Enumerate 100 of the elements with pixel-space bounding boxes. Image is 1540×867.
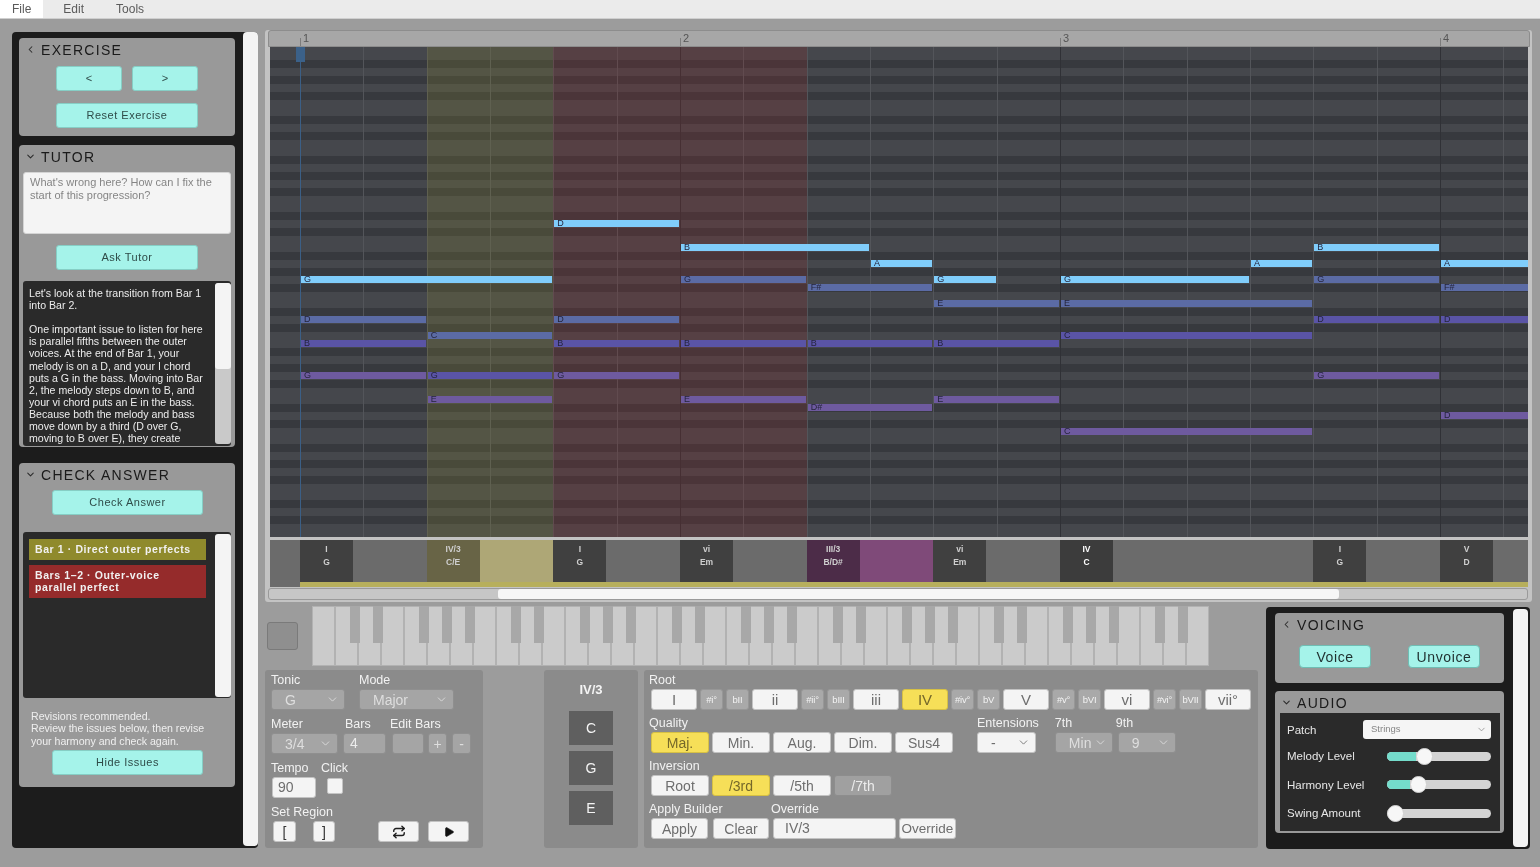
numeral-button[interactable]: bII [726,689,749,710]
issue-card[interactable]: Bar 1 · Direct outer perfects [29,539,206,560]
chord-label[interactable]: IV/3 C/E [426,540,480,582]
chord-label[interactable]: IV C [1060,540,1113,582]
quality-button[interactable]: Sus4 [895,732,953,753]
note[interactable]: A [1441,260,1528,267]
note[interactable]: B [807,340,933,347]
note[interactable]: G [1314,372,1439,379]
note[interactable]: F# [1441,284,1528,291]
chord-label[interactable]: I G [1313,540,1367,582]
note[interactable]: D [554,316,679,323]
note[interactable]: B [681,340,806,347]
chevron-down-icon[interactable] [25,469,36,480]
chord-highlight[interactable]: IV/3 C/E [426,540,554,582]
scrollbar-thumb[interactable] [498,589,1339,599]
note[interactable]: E [427,396,553,403]
note[interactable]: D [1314,316,1439,323]
tempo-input[interactable]: 90 [272,777,316,798]
note[interactable]: A [871,260,933,267]
slider-thumb[interactable] [1410,776,1428,793]
quality-button[interactable]: Dim. [834,732,892,753]
note[interactable]: B [1314,244,1439,251]
region-button[interactable]: ] [313,821,335,842]
inversion-button[interactable]: /3rd [712,775,770,796]
note[interactable]: D [554,220,679,227]
inversion-button[interactable]: Root [651,775,709,796]
ask-button[interactable]: Ask Tutor [56,245,198,270]
note[interactable]: G [934,276,996,283]
chord-label[interactable]: III/3 B/D# [806,540,860,582]
note[interactable]: B [681,244,869,251]
chord-highlight[interactable]: III/3 B/D# [806,540,934,582]
hide-issues-button[interactable]: Hide Issues [52,749,203,775]
note[interactable]: G [301,276,553,283]
reset-button[interactable]: Reset Exercise [56,103,198,128]
note[interactable]: G [1061,276,1249,283]
chord-label[interactable]: vi Em [680,540,733,582]
note[interactable]: F# [807,284,933,291]
extensions-dropdown[interactable]: - [977,732,1036,753]
note[interactable]: G [554,372,679,379]
keyboard-toggle-button[interactable] [267,621,298,650]
note[interactable]: G [427,372,553,379]
playhead-marker[interactable] [296,47,305,537]
note[interactable]: C [427,332,553,339]
issue-card[interactable]: Bars 1–2 · Outer-voice parallel perfect [29,564,206,598]
note[interactable]: D [301,316,426,323]
note[interactable]: B [301,340,426,347]
numeral-button[interactable]: I [651,689,697,710]
quality-button[interactable]: Maj. [651,732,709,753]
note[interactable]: D# [807,404,933,411]
chord-label[interactable]: V D [1440,540,1493,582]
note[interactable]: E [934,300,1059,307]
note[interactable]: C [1061,332,1313,339]
note[interactable]: A [1251,260,1313,267]
scrollbar-thumb[interactable] [215,283,231,369]
note[interactable]: E [681,396,806,403]
numeral-button[interactable]: #vi° [1153,689,1176,710]
note[interactable]: G [1314,276,1439,283]
numeral-button[interactable]: iii [853,689,899,710]
slider-thumb[interactable] [1415,747,1433,765]
chord-label[interactable]: I G [300,540,353,582]
voicing-button[interactable]: Voice [1299,645,1371,668]
numeral-button[interactable]: vii° [1205,689,1251,710]
override-input[interactable]: IV/3 [773,818,896,839]
numeral-button[interactable]: vi [1104,689,1150,710]
note[interactable]: D [1441,316,1528,323]
nav-button[interactable]: > [132,66,198,91]
numeral-button[interactable]: #ii° [801,689,824,710]
numeral-button[interactable]: #i° [700,689,723,710]
quality-button[interactable]: Aug. [773,732,831,753]
note[interactable]: B [554,340,679,347]
note[interactable]: G [301,372,426,379]
question-input[interactable]: What's wrong here? How can I fix the start of this progression? [23,172,231,234]
check-button[interactable]: Check Answer [52,490,203,515]
numeral-button[interactable]: bVI [1078,689,1101,710]
menu-item[interactable]: Edit [51,0,97,18]
note[interactable]: D [1441,412,1528,419]
inversion-button[interactable]: /5th [773,775,831,796]
click-checkbox[interactable] [327,778,343,794]
numeral-button[interactable]: #iv° [951,689,974,710]
note[interactable]: G [681,276,806,283]
note[interactable]: E [934,396,1059,403]
quality-button[interactable]: Min. [712,732,770,753]
numeral-button[interactable]: IV [902,689,948,710]
note[interactable]: B [934,340,1059,347]
region-button[interactable]: [ [273,821,296,842]
chord-label[interactable]: vi Em [933,540,987,582]
chord-label[interactable]: I G [553,540,607,582]
slider-thumb[interactable] [1387,804,1404,822]
numeral-button[interactable]: bIII [827,689,850,710]
loop-button[interactable] [378,821,419,842]
voicing-button[interactable]: Unvoice [1408,645,1480,668]
numeral-button[interactable]: V [1003,689,1049,710]
chevron-down-icon[interactable] [25,151,36,162]
menu-item[interactable]: File [0,0,44,18]
patch-dropdown[interactable]: Strings [1363,720,1491,739]
note[interactable]: C [1061,428,1313,435]
note[interactable]: E [1061,300,1313,307]
nav-button[interactable]: < [56,66,122,91]
builder-action-button[interactable]: Clear [713,818,769,839]
numeral-button[interactable]: ii [752,689,798,710]
